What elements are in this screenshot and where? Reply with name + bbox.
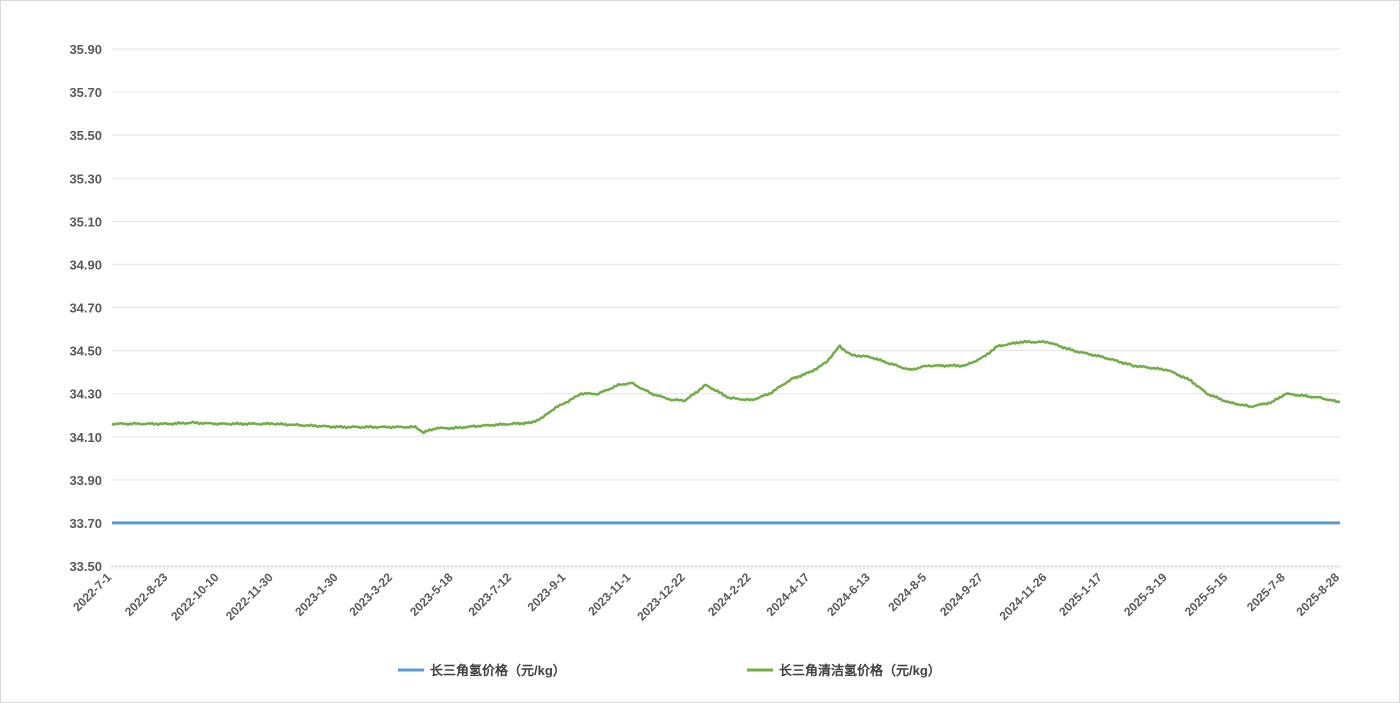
x-tick-label: 2025-3-19: [1121, 570, 1170, 619]
x-tick-label: 2023-9-1: [525, 570, 569, 614]
y-tick-label: 35.70: [69, 85, 102, 100]
y-tick-label: 33.70: [69, 516, 102, 531]
x-tick-label: 2025-7-8: [1244, 570, 1288, 614]
x-tick-label: 2025-5-15: [1182, 570, 1231, 619]
y-tick-label: 35.30: [69, 171, 102, 186]
x-tick-label: 2022-10-10: [168, 570, 222, 624]
y-tick-label: 35.50: [69, 128, 102, 143]
x-tick-label: 2025-8-28: [1294, 570, 1343, 619]
x-tick-label: 2024-6-13: [824, 570, 873, 619]
legend-label-clean-hydrogen-price: 长三角清洁氢价格（元/kg）: [779, 663, 941, 678]
x-tick-label: 2022-11-30: [223, 570, 276, 623]
legend-item-clean-hydrogen-price[interactable]: 长三角清洁氢价格（元/kg）: [747, 663, 941, 678]
x-tick-label: 2023-11-1: [585, 570, 633, 618]
x-tick-label: 2022-7-1: [70, 570, 114, 614]
series-lines: [111, 339, 1341, 525]
line-chart: 35.90 35.70 35.50 35.30 35.10 34.90 34.70 34.50…: [69, 42, 1342, 678]
y-tick-label: 34.30: [69, 387, 102, 402]
y-tick-label: 35.10: [69, 214, 102, 229]
y-tick-label: 35.90: [69, 42, 102, 57]
gridlines: [112, 48, 1340, 524]
x-tick-label: 2024-9-27: [937, 570, 986, 619]
x-tick-label: 2025-1-17: [1056, 570, 1105, 619]
x-tick-label: 2023-12-22: [634, 570, 688, 624]
x-tick-label: 2024-11-26: [997, 570, 1050, 623]
legend: 长三角氢价格（元/kg） 长三角清洁氢价格（元/kg）: [398, 663, 941, 678]
x-tick-label: 2024-2-22: [705, 570, 754, 619]
x-tick-label: 2022-8-23: [122, 570, 171, 619]
legend-item-hydrogen-price[interactable]: 长三角氢价格（元/kg）: [398, 663, 566, 678]
y-tick-label: 34.50: [69, 344, 102, 359]
x-tick-label: 2023-7-12: [466, 570, 515, 619]
y-tick-label: 34.70: [69, 301, 102, 316]
x-tick-label: 2024-8-5: [885, 570, 929, 614]
x-tick-label: 2023-5-18: [407, 570, 456, 619]
x-axis-ticks: 2022-7-1 2022-8-232022-10-10 2022-11-30 202…: [70, 570, 1342, 624]
legend-label-hydrogen-price: 长三角氢价格（元/kg）: [430, 663, 566, 678]
y-tick-label: 34.10: [69, 430, 102, 445]
y-tick-label: 33.50: [69, 559, 102, 574]
x-tick-label: 2023-1-30: [292, 570, 341, 619]
y-tick-label: 34.90: [69, 257, 102, 272]
x-tick-label: 2023-3-22: [346, 570, 395, 619]
series-line-clean-hydrogen-price: [111, 339, 1341, 435]
x-tick-label: 2024-4-17: [764, 570, 813, 619]
y-tick-label: 33.90: [69, 473, 102, 488]
y-axis-ticks: 35.90 35.70 35.50 35.30 35.10 34.90 34.70 34.50…: [69, 42, 102, 574]
